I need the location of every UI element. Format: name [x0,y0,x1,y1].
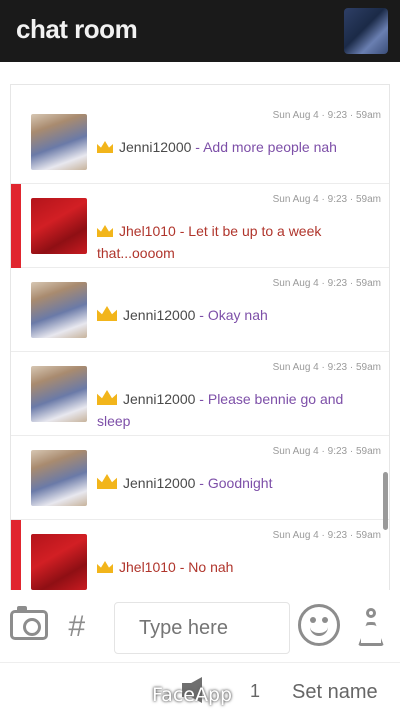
avatar[interactable] [31,198,87,254]
message-item[interactable]: Sun Aug 4 · 9:23 · 59am Jenni12000 - Goo… [11,436,389,520]
message-text: No nah [188,559,234,575]
message-username[interactable]: Jhel1010 [119,559,176,575]
message-timestamp: Sun Aug 4 · 9:23 · 59am [272,446,381,457]
emoji-icon[interactable] [298,604,340,646]
message-line: Jenni12000 - Goodnight [97,472,379,494]
composer-bar: # [0,596,400,662]
header-bar: chat room [0,0,400,62]
crown-icon [97,306,117,321]
message-text: Okay nah [207,307,268,323]
avatar[interactable] [31,114,87,170]
scrollbar[interactable] [383,472,388,530]
message-item[interactable]: Sun Aug 4 · 9:23 · 59am Jenni12000 - Oka… [11,268,389,352]
message-text: Add more people nah [203,139,337,155]
message-timestamp: Sun Aug 4 · 9:23 · 59am [272,110,381,121]
message-item[interactable]: Sun Aug 4 · 9:23 · 59am Jhel1010 - No na… [11,520,389,590]
watermark: FaceApp [152,684,233,706]
message-username[interactable]: Jhel1010 [119,223,176,239]
message-line: Jenni12000 - Okay nah [97,304,379,326]
message-line: Jhel1010 - No nah [97,556,379,578]
message-text: Goodnight [207,475,273,491]
message-item[interactable]: Sun Aug 4 · 9:23 · 59am Jenni12000 - Ple… [11,352,389,436]
message-username[interactable]: Jenni12000 [123,391,195,407]
avatar[interactable] [31,282,87,338]
message-username[interactable]: Jenni12000 [119,139,191,155]
volume-count: 1 [250,681,261,701]
avatar[interactable] [31,366,87,422]
message-timestamp: Sun Aug 4 · 9:23 · 59am [272,362,381,373]
set-name-button[interactable]: Set name [292,681,378,704]
message-username[interactable]: Jenni12000 [123,475,195,491]
message-accent-bar [11,268,21,352]
crown-icon [97,474,117,489]
message-accent-bar [11,352,21,436]
crown-icon [97,225,113,237]
user-icon-body [358,622,384,646]
message-timestamp: Sun Aug 4 · 9:23 · 59am [272,194,381,205]
message-accent-bar [11,100,21,184]
page-title: chat room [16,14,138,44]
crown-icon [97,141,113,153]
user-icon[interactable] [356,608,386,646]
message-accent-bar [11,520,21,590]
message-line: Jhel1010 - Let it be up to a week that..… [97,223,322,261]
crown-icon [97,561,113,573]
crown-icon [97,390,117,405]
message-item[interactable]: Sun Aug 4 · 9:23 · 59am Jhel1010 - Let i… [11,184,389,268]
message-line: Jenni12000 - Add more people nah [97,136,379,158]
message-username[interactable]: Jenni12000 [123,307,195,323]
message-timestamp: Sun Aug 4 · 9:23 · 59am [272,530,381,541]
message-list[interactable]: Sun Aug 4 · 9:23 · 59am Jenni12000 - Add… [10,84,390,590]
message-item[interactable]: Sun Aug 4 · 9:23 · 59am Jenni12000 - Add… [11,100,389,184]
avatar[interactable] [344,8,388,54]
message-timestamp: Sun Aug 4 · 9:23 · 59am [272,278,381,289]
hashtag-icon[interactable]: # [68,610,85,644]
camera-icon[interactable] [10,606,48,640]
avatar[interactable] [31,534,87,590]
message-line: Jenni12000 - Please bennie go and sleep [97,390,344,429]
message-input[interactable] [114,602,290,654]
message-accent-bar [11,184,21,268]
user-icon-head [366,608,376,618]
message-accent-bar [11,436,21,520]
avatar[interactable] [31,450,87,506]
